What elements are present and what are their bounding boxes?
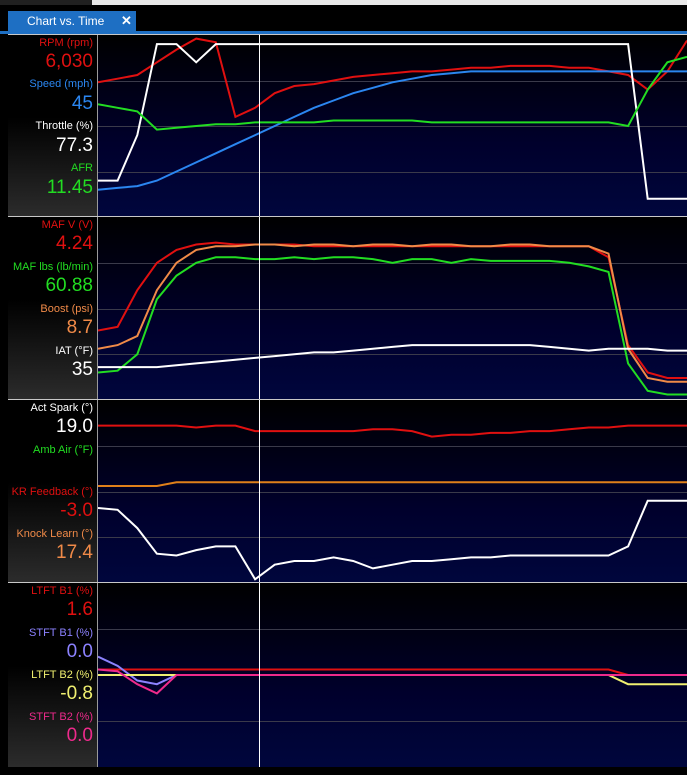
plot-area[interactable] bbox=[98, 35, 687, 217]
plot-area[interactable] bbox=[98, 217, 687, 400]
channel-value: 77.3 bbox=[56, 135, 93, 156]
channel-label: Amb Air (°F) bbox=[32, 444, 93, 456]
tab-chart-vs-time[interactable]: Chart vs. Time ✕ bbox=[8, 11, 136, 32]
channel-label: MAF V (V) bbox=[41, 219, 93, 231]
series-line-3 bbox=[98, 344, 687, 369]
channel-value: 11.45 bbox=[46, 177, 93, 198]
chart-panel-1: RPM (rpm) 6,030 Speed (mph) 45 Throttle … bbox=[8, 34, 687, 217]
chart-panel-2: MAF V (V) 4.24 MAF lbs (lb/min) 60.88 Bo… bbox=[8, 216, 687, 400]
title-bar: Chart vs. Time ✕ bbox=[0, 0, 687, 34]
series-line-0 bbox=[98, 37, 687, 119]
series-line-3 bbox=[98, 668, 687, 695]
series-line-3 bbox=[98, 55, 687, 131]
channel-label: Boost (psi) bbox=[40, 303, 93, 315]
channel-label: Throttle (%) bbox=[35, 120, 93, 132]
channel-value: 0.0 bbox=[66, 725, 93, 746]
channel-label: STFT B2 (%) bbox=[29, 711, 93, 723]
channel-value: 17.4 bbox=[56, 542, 93, 563]
plot-svg bbox=[98, 583, 687, 767]
channel-label: RPM (rpm) bbox=[39, 37, 93, 49]
plot-svg bbox=[98, 400, 687, 583]
channel-label: Speed (mph) bbox=[29, 78, 93, 90]
chart-panel-4: LTFT B1 (%) 1.6 STFT B1 (%) 0.0 LTFT B2 … bbox=[8, 582, 687, 767]
plot-area[interactable] bbox=[98, 400, 687, 583]
channel-label: LTFT B2 (%) bbox=[31, 669, 93, 681]
channel-value: 35 bbox=[71, 359, 93, 380]
channel-value: 6,030 bbox=[45, 51, 93, 72]
tab-label: Chart vs. Time bbox=[27, 14, 105, 28]
series-line-0 bbox=[98, 499, 687, 581]
channel-value: 19.0 bbox=[56, 416, 93, 437]
channel-value: 0.0 bbox=[66, 641, 93, 662]
channel-label: Knock Learn (°) bbox=[16, 528, 93, 540]
series-line-2 bbox=[98, 481, 687, 487]
channel-value: -3.0 bbox=[60, 500, 93, 521]
channel-value: 45 bbox=[71, 93, 93, 114]
channel-sidebar: LTFT B1 (%) 1.6 STFT B1 (%) 0.0 LTFT B2 … bbox=[8, 583, 98, 767]
channel-sidebar: RPM (rpm) 6,030 Speed (mph) 45 Throttle … bbox=[8, 35, 98, 217]
channel-sidebar: Act Spark (°) 19.0 Amb Air (°F) KR Feedb… bbox=[8, 400, 98, 583]
channel-label: LTFT B1 (%) bbox=[31, 585, 93, 597]
channel-label: STFT B1 (%) bbox=[29, 627, 93, 639]
close-icon[interactable]: ✕ bbox=[121, 13, 132, 29]
series-line-1 bbox=[98, 256, 687, 396]
series-line-2 bbox=[98, 674, 687, 686]
series-line-2 bbox=[98, 243, 687, 383]
channel-label: AFR bbox=[71, 162, 93, 174]
channel-value: -0.8 bbox=[60, 683, 93, 704]
channel-value: 60.88 bbox=[45, 275, 93, 296]
channel-value: 4.24 bbox=[56, 233, 93, 254]
channel-label: MAF lbs (lb/min) bbox=[12, 261, 93, 273]
plot-svg bbox=[98, 35, 687, 217]
channel-value: 1.6 bbox=[66, 599, 93, 620]
channel-sidebar: MAF V (V) 4.24 MAF lbs (lb/min) 60.88 Bo… bbox=[8, 217, 98, 400]
top-strip bbox=[0, 0, 687, 5]
plot-svg bbox=[98, 217, 687, 400]
top-strip-dark bbox=[0, 0, 92, 5]
chart-panel-3: Act Spark (°) 19.0 Amb Air (°F) KR Feedb… bbox=[8, 399, 687, 583]
channel-label: IAT (°F) bbox=[55, 345, 93, 357]
series-line-1 bbox=[98, 424, 687, 438]
channel-label: KR Feedback (°) bbox=[11, 486, 93, 498]
series-line-1 bbox=[98, 70, 687, 191]
channel-label: Act Spark (°) bbox=[30, 402, 93, 414]
plot-area[interactable] bbox=[98, 583, 687, 767]
channel-value: 8.7 bbox=[66, 317, 93, 338]
